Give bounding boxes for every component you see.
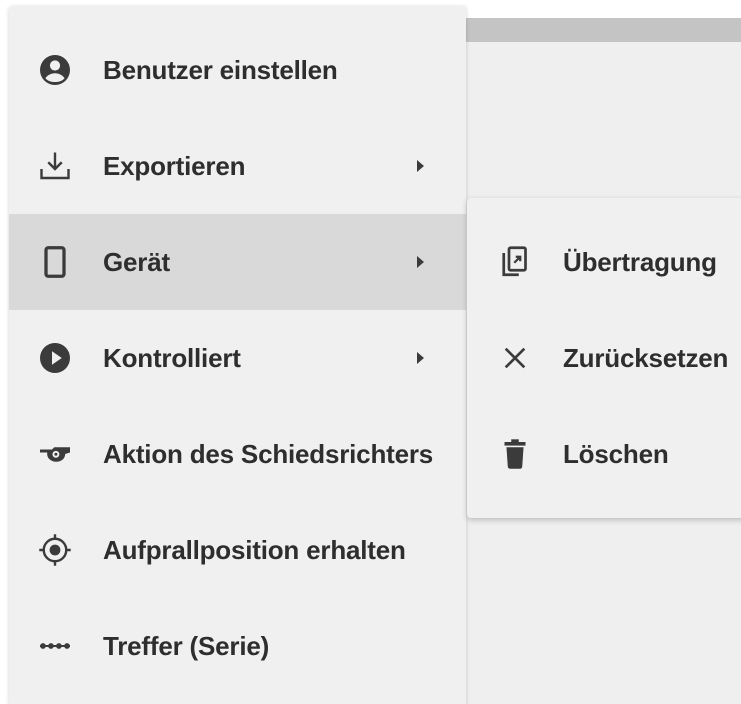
menu-item-user-settings[interactable]: Benutzer einstellen bbox=[9, 22, 466, 118]
account-circle-icon bbox=[35, 50, 75, 90]
close-icon bbox=[495, 338, 535, 378]
download-icon bbox=[35, 146, 75, 186]
menu-item-export[interactable]: Exportieren bbox=[9, 118, 466, 214]
submenu-item-label: Übertragung bbox=[563, 246, 717, 277]
submenu-item-transfer[interactable]: Übertragung bbox=[467, 214, 741, 310]
chevron-right-icon bbox=[415, 348, 427, 368]
context-menu: Benutzer einstellen Exportieren Gerät Ko… bbox=[9, 6, 466, 704]
submenu-item-label: Löschen bbox=[563, 438, 669, 469]
submenu-item-label: Zurücksetzen bbox=[563, 342, 729, 373]
menu-item-controlled[interactable]: Kontrolliert bbox=[9, 310, 466, 406]
menu-item-label: Treffer (Serie) bbox=[103, 630, 270, 661]
device-submenu: Übertragung Zurücksetzen Löschen bbox=[467, 198, 741, 518]
chevron-right-icon bbox=[415, 252, 427, 272]
chevron-right-icon bbox=[415, 156, 427, 176]
crosshair-icon bbox=[35, 530, 75, 570]
menu-item-referee-action[interactable]: Aktion des Schiedsrichters bbox=[9, 406, 466, 502]
play-circle-icon bbox=[35, 338, 75, 378]
whistle-icon bbox=[35, 434, 75, 474]
submenu-item-reset[interactable]: Zurücksetzen bbox=[467, 310, 741, 406]
menu-item-label: Aufprallposition erhalten bbox=[103, 534, 406, 565]
submenu-item-delete[interactable]: Löschen bbox=[467, 406, 741, 502]
menu-item-hits-series[interactable]: Treffer (Serie) bbox=[9, 598, 466, 694]
trash-icon bbox=[495, 434, 535, 474]
menu-item-label: Benutzer einstellen bbox=[103, 54, 338, 85]
menu-item-impact-position[interactable]: Aufprallposition erhalten bbox=[9, 502, 466, 598]
menu-item-label: Gerät bbox=[103, 246, 170, 277]
menu-item-label: Aktion des Schiedsrichters bbox=[103, 438, 434, 469]
menu-item-label: Kontrolliert bbox=[103, 342, 241, 373]
menu-item-label: Exportieren bbox=[103, 150, 246, 181]
dots-series-icon bbox=[35, 626, 75, 666]
menu-item-device[interactable]: Gerät bbox=[9, 214, 466, 310]
transfer-icon bbox=[495, 242, 535, 282]
phone-device-icon bbox=[35, 242, 75, 282]
background-header-bar bbox=[466, 18, 741, 42]
